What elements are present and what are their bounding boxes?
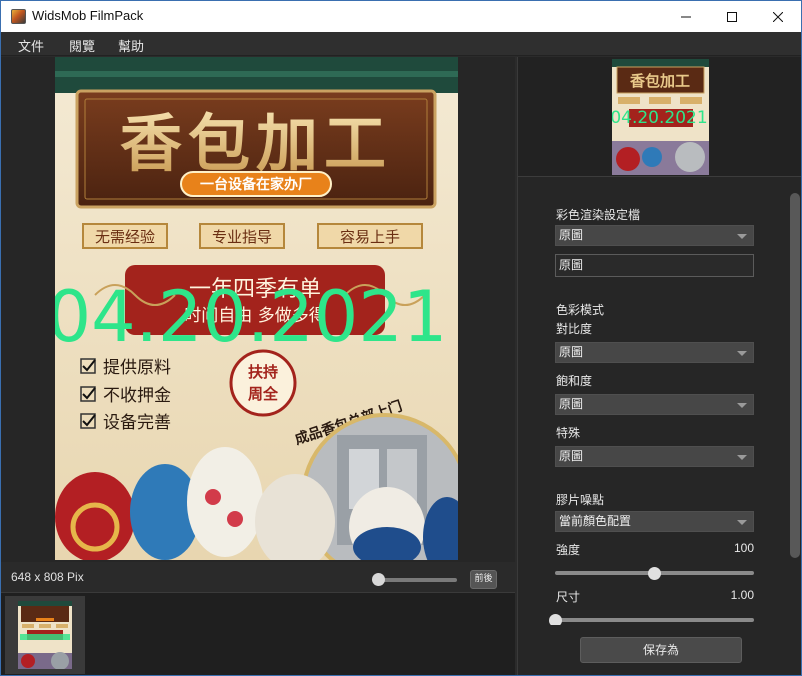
settings-panel: 彩色渲染設定檔 原圖 原圖 色彩模式 對比度 原圖 飽和度 原圖 特殊 原圖	[518, 179, 802, 619]
minimize-icon	[681, 12, 691, 22]
maximize-icon	[727, 12, 737, 22]
poster-check-item: 提供原料	[103, 358, 171, 378]
size-label: 尺寸	[556, 588, 580, 605]
svg-text:周全: 周全	[248, 385, 279, 403]
maximize-button[interactable]	[709, 1, 755, 32]
saturation-label: 飽和度	[556, 372, 592, 389]
close-button[interactable]	[755, 1, 801, 32]
filmstrip	[1, 592, 515, 676]
title-bar: WidsMob FilmPack	[1, 1, 801, 32]
contrast-value: 原圖	[559, 345, 583, 359]
strength-value: 100	[734, 541, 754, 555]
chevron-down-icon	[737, 455, 747, 460]
strength-slider-thumb[interactable]	[648, 567, 661, 580]
contrast-label: 對比度	[556, 320, 592, 337]
poster-illustration: 香包加工 一台设备在家办厂 无需经验 专业指导 容易上手 一年四季有单	[55, 57, 458, 560]
zoom-slider-track[interactable]	[375, 578, 457, 582]
preview-image[interactable]: 香包加工 一台设备在家办厂 无需经验 专业指导 容易上手 一年四季有单	[55, 57, 458, 560]
special-value: 原圖	[559, 449, 583, 463]
poster-badges: 无需经验 专业指导 容易上手	[83, 224, 422, 248]
saturation-select[interactable]: 原圖	[555, 394, 754, 415]
color-profile-field[interactable]: 原圖	[555, 254, 754, 277]
poster-tagline: 一台设备在家办厂	[200, 176, 312, 193]
chevron-down-icon	[737, 351, 747, 356]
chevron-down-icon	[737, 234, 747, 239]
image-dimensions: 648 x 808 Pix	[11, 570, 84, 584]
menu-view[interactable]: 閱覽	[69, 36, 95, 55]
size-value: 1.00	[731, 588, 754, 602]
color-mode-label: 色彩模式	[556, 301, 604, 318]
poster-badge: 专业指导	[212, 228, 272, 246]
poster-headline: 香包加工	[120, 107, 392, 180]
grain-value: 當前顏色配置	[559, 514, 631, 528]
color-profile-select[interactable]: 原圖	[555, 225, 754, 246]
info-bar: 648 x 808 Pix 前後	[1, 562, 515, 592]
zoom-slider-thumb[interactable]	[372, 573, 385, 586]
color-profile-label: 彩色渲染設定檔	[556, 206, 640, 223]
color-profile-value: 原圖	[559, 228, 583, 242]
before-after-button[interactable]: 前後	[470, 570, 497, 589]
app-window: WidsMob FilmPack 文件 閱覽 幫助	[0, 0, 802, 676]
date-stamp: 04.20.2021	[55, 276, 447, 358]
thumbnail-image	[18, 601, 72, 669]
app-icon	[11, 9, 26, 24]
close-icon	[773, 12, 783, 22]
grain-select[interactable]: 當前顏色配置	[555, 511, 754, 532]
menu-file[interactable]: 文件	[18, 36, 44, 55]
grain-label: 膠片噪點	[556, 491, 604, 508]
navigator: 香包加工 04.20.2021	[518, 57, 802, 177]
window-title: WidsMob FilmPack	[32, 8, 143, 23]
special-select[interactable]: 原圖	[555, 446, 754, 467]
settings-scrollbar[interactable]	[790, 193, 800, 558]
chevron-down-icon	[737, 520, 747, 525]
strength-label: 強度	[556, 541, 580, 558]
menu-bar: 文件 閱覽 幫助	[1, 32, 801, 56]
contrast-select[interactable]: 原圖	[555, 342, 754, 363]
preview-pane: 香包加工 一台设备在家办厂 无需经验 专业指导 容易上手 一年四季有单	[1, 57, 515, 676]
special-label: 特殊	[556, 424, 580, 441]
poster-badge: 容易上手	[340, 228, 400, 246]
navigator-thumbnail[interactable]: 香包加工 04.20.2021	[612, 59, 709, 175]
navigator-date-stamp: 04.20.2021	[612, 108, 708, 128]
save-as-button[interactable]: 保存為	[580, 637, 742, 663]
size-slider-track[interactable]	[555, 618, 754, 622]
minimize-button[interactable]	[663, 1, 709, 32]
filmstrip-thumbnail[interactable]	[5, 596, 85, 674]
menu-help[interactable]: 幫助	[118, 36, 144, 55]
poster-checklist: 提供原料 不收押金 设备完善	[81, 358, 171, 433]
chevron-down-icon	[737, 403, 747, 408]
poster-seal: 扶持	[248, 363, 278, 381]
saturation-value: 原圖	[559, 397, 583, 411]
settings-pane: 香包加工 04.20.2021 彩色渲染設定檔 原圖 原圖	[517, 57, 801, 676]
poster-check-item: 设备完善	[103, 413, 171, 433]
poster-check-item: 不收押金	[103, 386, 171, 406]
action-bar: 保存為	[518, 625, 802, 676]
svg-text:香包加工: 香包加工	[630, 72, 690, 90]
poster-badge: 无需经验	[95, 228, 155, 246]
